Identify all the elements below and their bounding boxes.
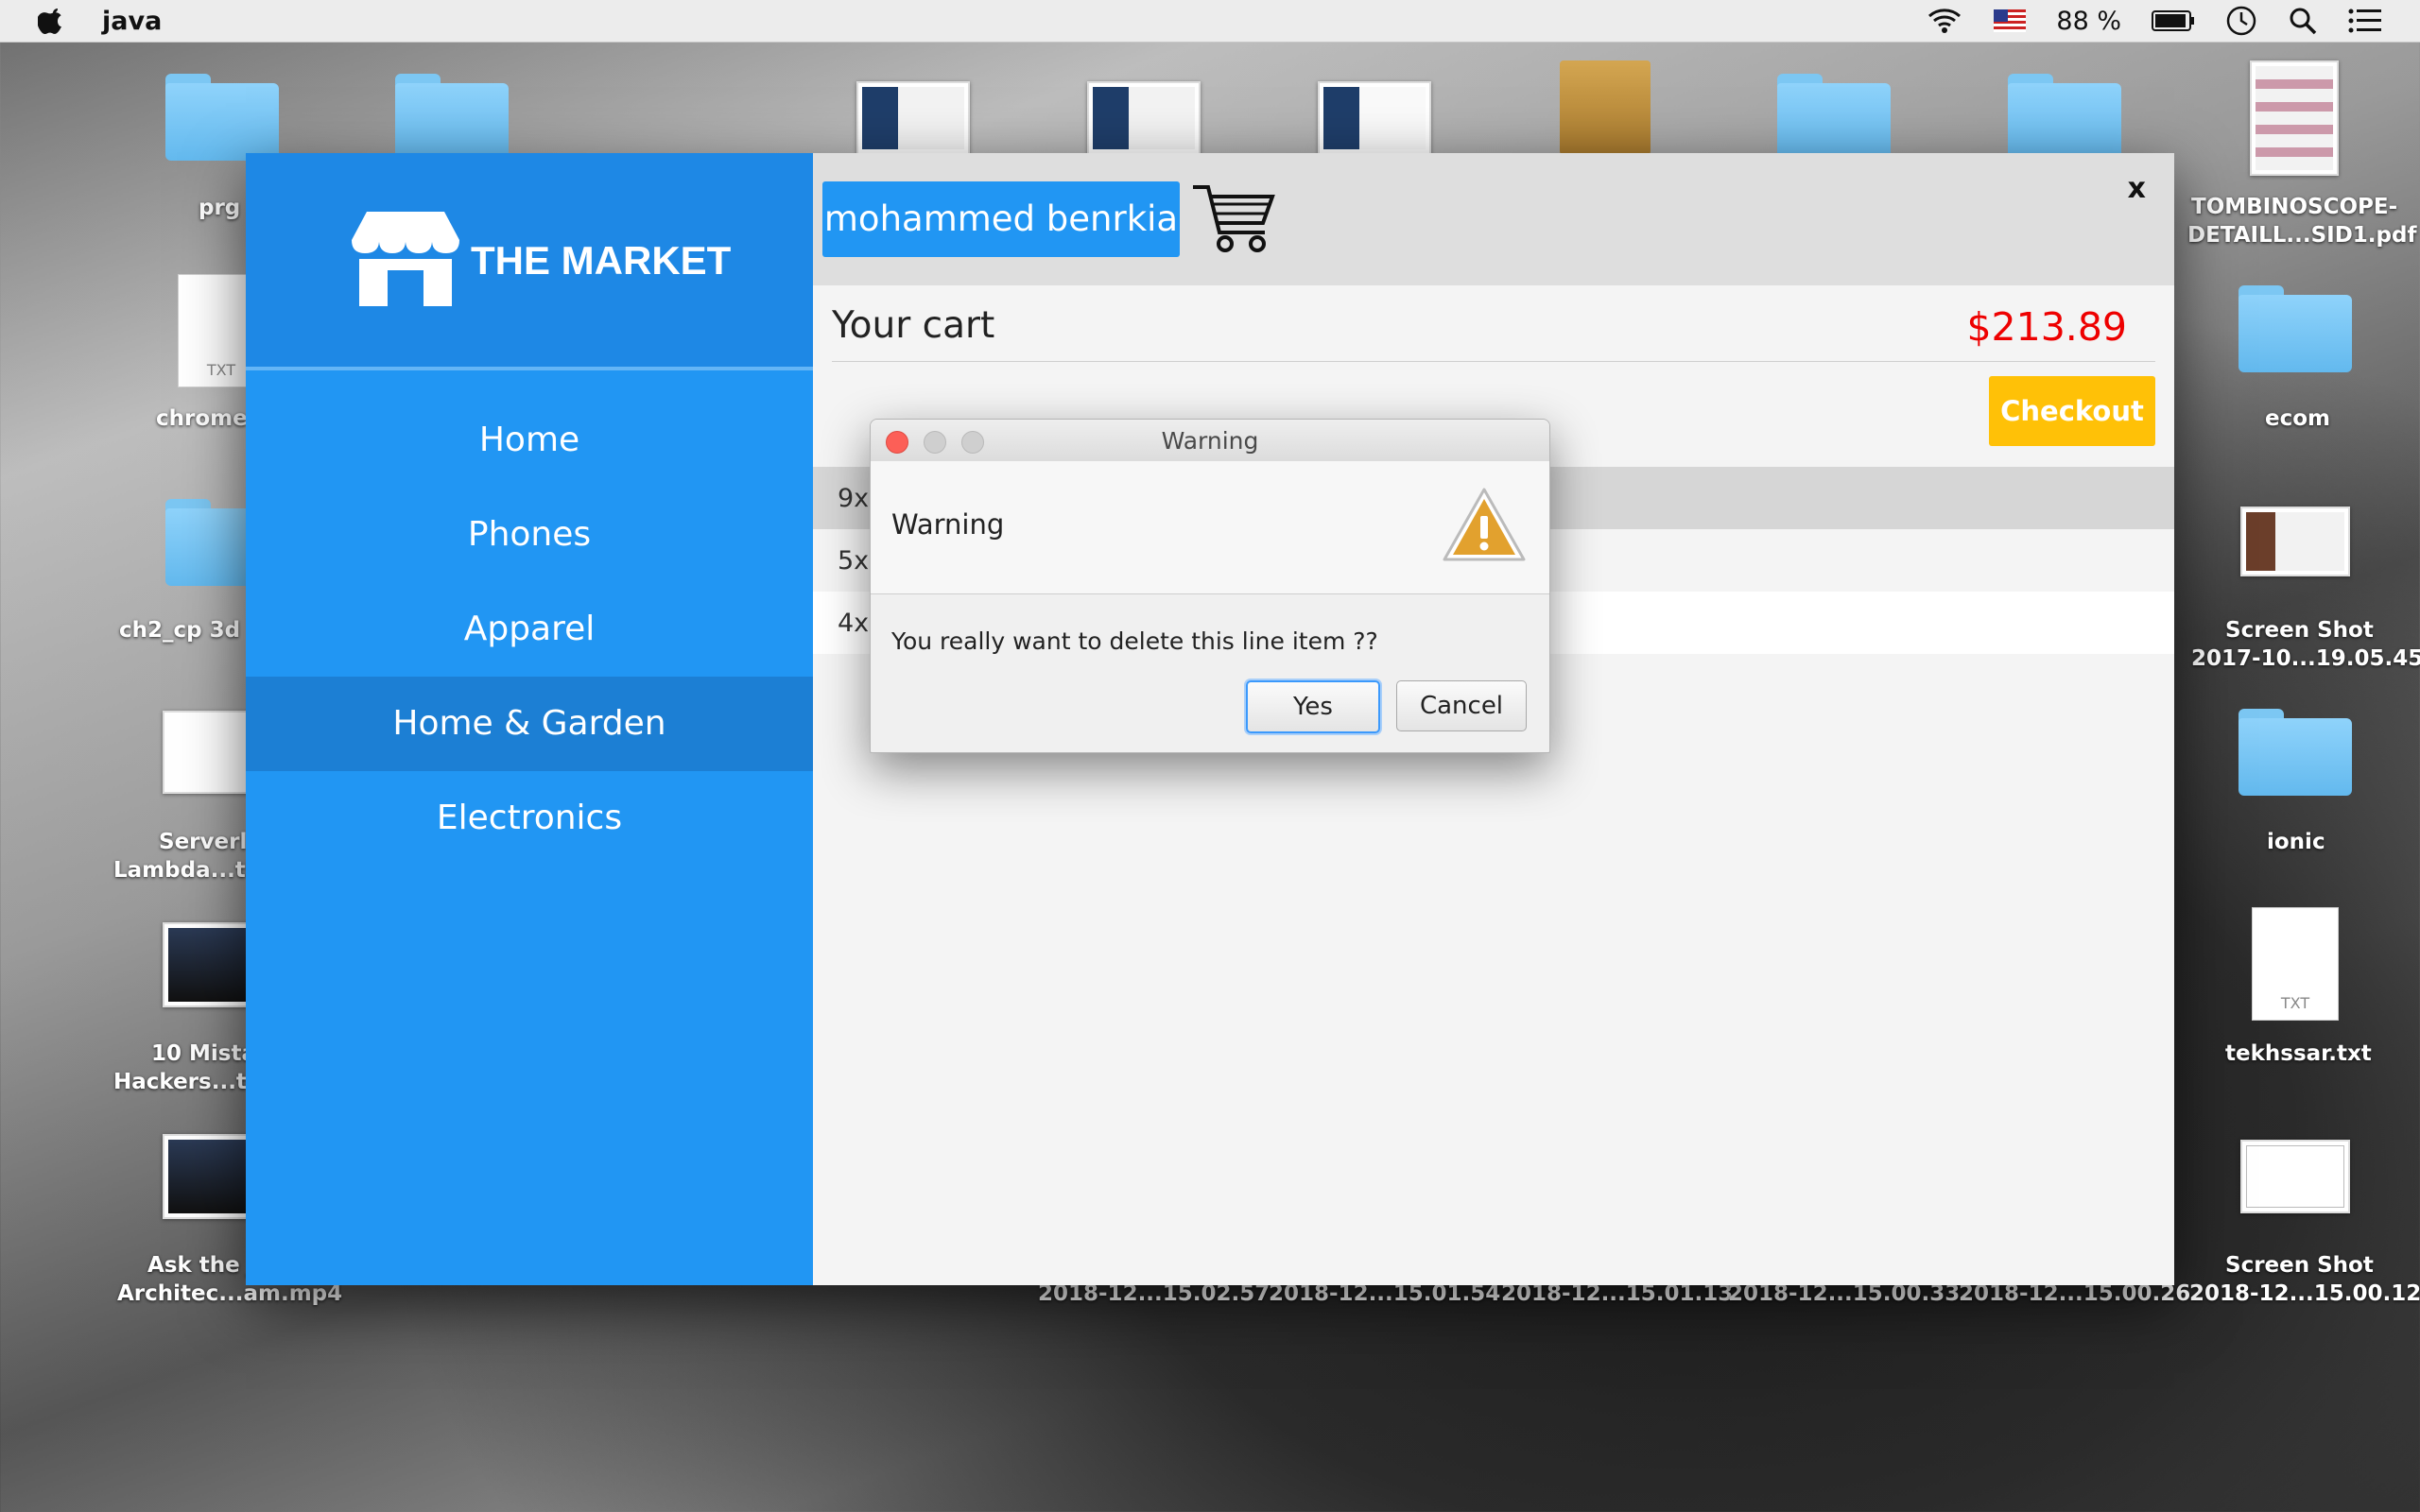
desktop-label-mistakes-2[interactable]: Hackers...tn [113,1068,262,1097]
desktop-label-screenshot-1b[interactable]: 2017-10...19.05.45 [2191,644,2420,674]
pdf-file-icon[interactable] [2250,60,2339,176]
desktop-label-tombino-2[interactable]: DETAILL...SID1.pdf [2187,221,2416,250]
desktop-label-serverless-2[interactable]: Lambda...tli [113,856,261,885]
warning-icon [1443,488,1526,561]
video-thumbnail[interactable] [163,1134,257,1219]
line-item-qty: 9x [838,484,870,513]
sidebar: THE MARKET Home Phones Apparel Home & Ga… [246,153,813,1285]
folder-icon[interactable] [2238,709,2352,796]
wifi-icon[interactable] [1926,7,1963,35]
dialog-header-text: Warning [891,508,1005,541]
screenshot-thumbnail[interactable] [2240,1140,2350,1213]
zip-archive-icon[interactable] [1560,60,1651,155]
top-bar: mohammed benrkia x [813,153,2174,285]
folder-icon[interactable] [2238,285,2352,372]
apple-icon[interactable] [38,7,66,35]
desktop-label-chrome[interactable]: chrome [156,404,248,434]
search-icon[interactable] [2288,6,2318,36]
folder-icon[interactable] [2008,74,2121,161]
video-thumbnail[interactable] [163,922,257,1007]
app-name[interactable]: java [102,7,162,36]
nav-item-apparel[interactable]: Apparel [246,582,813,677]
store-icon [352,212,459,306]
desktop-label-ch2[interactable]: ch2_cp 3d [119,616,240,645]
video-thumbnail[interactable] [163,711,257,794]
desktop-label-ecom[interactable]: ecom [2265,404,2330,434]
cancel-button[interactable]: Cancel [1396,680,1527,731]
notification-list-icon[interactable] [2348,8,2382,34]
nav-item-electronics[interactable]: Electronics [246,771,813,866]
dialog-window-title: Warning [1161,427,1259,455]
cart-total: $213.89 [1966,304,2127,350]
folder-icon[interactable] [1777,74,1891,161]
brand-name: THE MARKET [471,238,732,283]
us-flag-icon[interactable] [1994,9,2027,32]
warning-dialog: Warning Warning You really want to delet… [870,419,1550,753]
desktop-label-tombino-1[interactable]: TOMBINOSCOPE- [2191,193,2397,222]
brand-header: THE MARKET [246,153,813,370]
dialog-message: You really want to delete this line item… [891,627,1378,655]
dialog-header: Warning [871,461,1549,594]
user-button[interactable]: mohammed benrkia [822,181,1180,257]
nav-item-home[interactable]: Home [246,393,813,488]
yes-button[interactable]: Yes [1246,680,1380,733]
battery-percent[interactable]: 88 % [2056,7,2121,36]
folder-icon[interactable] [395,74,509,161]
screenshot-thumbnail[interactable] [2240,507,2350,576]
screenshot-thumbnail[interactable] [1087,81,1201,155]
txt-badge: TXT [2280,994,2310,1012]
battery-icon[interactable] [2152,9,2195,32]
line-item-qty: 5x [838,546,870,576]
divider [832,361,2155,362]
menubar: java 88 % [0,0,2420,43]
desktop-label-ionic[interactable]: ionic [2267,828,2325,857]
desktop-label-screenshot-2b[interactable]: 2018-12...15.00.12 [2189,1280,2420,1309]
dialog-titlebar[interactable]: Warning [871,420,1549,462]
nav-item-phones[interactable]: Phones [246,488,813,582]
checkout-button[interactable]: Checkout [1989,376,2155,446]
shopping-cart-icon[interactable] [1189,180,1276,255]
text-file-icon[interactable]: TXT [2252,907,2339,1021]
time-machine-icon[interactable] [2225,5,2257,37]
desktop-label-screenshot-1a[interactable]: Screen Shot [2225,616,2374,645]
screenshot-thumbnail[interactable] [856,81,970,155]
nav-item-home-garden[interactable]: Home & Garden [246,677,813,771]
desktop-label-screenshot-2a[interactable]: Screen Shot [2225,1251,2374,1280]
screenshot-thumbnail[interactable] [1318,81,1431,155]
desktop-label-mistakes-1[interactable]: 10 Mista [151,1040,256,1069]
folder-icon[interactable] [165,74,279,161]
desktop-label-prg[interactable]: prg [199,194,240,223]
cart-title: Your cart [832,304,995,347]
line-item-qty: 4x [838,609,870,638]
desktop-label-tekhssar[interactable]: tekhssar.txt [2225,1040,2372,1069]
close-button[interactable]: x [2128,172,2146,205]
desktop-label-ask-1[interactable]: Ask the J [147,1251,255,1280]
